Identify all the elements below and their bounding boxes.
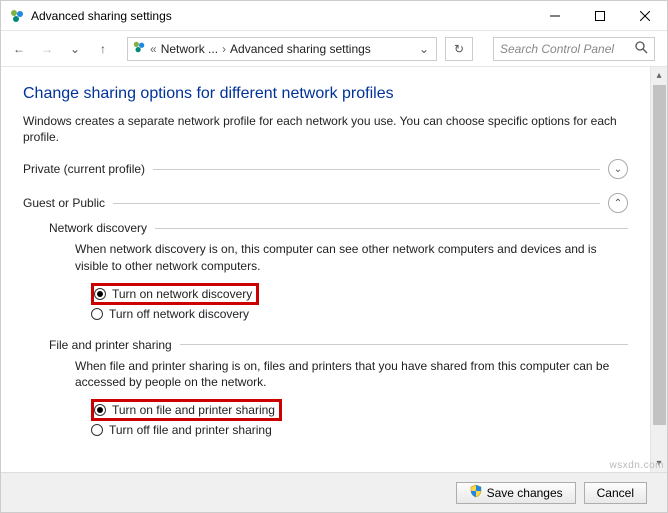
- file-printer-desc: When file and printer sharing is on, fil…: [75, 358, 628, 390]
- maximize-button[interactable]: [577, 1, 622, 30]
- watermark: wsxdn.com: [609, 460, 664, 471]
- save-button-label: Save changes: [487, 486, 563, 500]
- divider: [113, 203, 600, 204]
- address-bar[interactable]: « Network ... › Advanced sharing setting…: [127, 37, 437, 61]
- nav-forward-button[interactable]: →: [35, 37, 59, 61]
- chevron-right-icon: ›: [222, 42, 226, 56]
- nav-up-button[interactable]: ↑: [91, 37, 115, 61]
- highlight-box: Turn on network discovery: [91, 283, 259, 305]
- window-title: Advanced sharing settings: [31, 9, 172, 23]
- page-intro: Windows creates a separate network profi…: [23, 113, 628, 145]
- cancel-button[interactable]: Cancel: [584, 482, 647, 504]
- footer-bar: Save changes Cancel: [1, 472, 667, 512]
- search-icon: [635, 41, 648, 57]
- save-changes-button[interactable]: Save changes: [456, 482, 576, 504]
- shield-icon: [469, 484, 483, 501]
- page-heading: Change sharing options for different net…: [23, 85, 628, 103]
- crumb-sep-icon: «: [150, 42, 157, 56]
- radio-fp-off-label[interactable]: Turn off file and printer sharing: [109, 423, 272, 437]
- radio-nd-off-label[interactable]: Turn off network discovery: [109, 307, 249, 321]
- refresh-button[interactable]: ↻: [445, 37, 473, 61]
- network-discovery-desc: When network discovery is on, this compu…: [75, 241, 628, 273]
- address-dropdown[interactable]: ⌄: [416, 42, 432, 56]
- profile-guest-label: Guest or Public: [23, 196, 105, 210]
- radio-nd-on[interactable]: [94, 288, 106, 300]
- file-printer-heading: File and printer sharing: [49, 338, 172, 352]
- scroll-up-button[interactable]: ▴: [651, 67, 667, 84]
- minimize-button[interactable]: [532, 1, 577, 30]
- radio-fp-on[interactable]: [94, 404, 106, 416]
- nav-toolbar: ← → ⌄ ↑ « Network ... › Advanced sharing…: [1, 31, 667, 67]
- search-input[interactable]: Search Control Panel: [493, 37, 655, 61]
- file-printer-heading-row: File and printer sharing: [49, 338, 628, 352]
- vertical-scrollbar[interactable]: ▴ ▾: [650, 67, 667, 472]
- breadcrumb-item[interactable]: Network ...: [161, 42, 218, 56]
- radio-nd-off[interactable]: [91, 308, 103, 320]
- radio-fp-on-label[interactable]: Turn on file and printer sharing: [112, 403, 275, 417]
- chevron-up-icon[interactable]: ⌃: [608, 193, 628, 213]
- address-icon: [132, 40, 146, 57]
- profile-guest-header[interactable]: Guest or Public ⌃: [23, 193, 628, 213]
- nav-back-button[interactable]: ←: [7, 37, 31, 61]
- divider: [153, 169, 600, 170]
- app-icon: [9, 8, 25, 24]
- divider: [155, 228, 628, 229]
- chevron-down-icon[interactable]: ⌄: [608, 159, 628, 179]
- close-button[interactable]: [622, 1, 667, 30]
- profile-private-header[interactable]: Private (current profile) ⌄: [23, 159, 628, 179]
- network-discovery-heading: Network discovery: [49, 221, 147, 235]
- scroll-thumb[interactable]: [653, 85, 666, 425]
- titlebar: Advanced sharing settings: [1, 1, 667, 31]
- highlight-box: Turn on file and printer sharing: [91, 399, 282, 421]
- radio-fp-off[interactable]: [91, 424, 103, 436]
- profile-private-label: Private (current profile): [23, 162, 145, 176]
- network-discovery-heading-row: Network discovery: [49, 221, 628, 235]
- breadcrumb-item[interactable]: Advanced sharing settings: [230, 42, 371, 56]
- content-area: Change sharing options for different net…: [1, 67, 650, 472]
- radio-nd-on-label[interactable]: Turn on network discovery: [112, 287, 252, 301]
- cancel-button-label: Cancel: [597, 486, 634, 500]
- divider: [180, 344, 628, 345]
- nav-history-dropdown[interactable]: ⌄: [63, 37, 87, 61]
- search-placeholder: Search Control Panel: [500, 42, 614, 56]
